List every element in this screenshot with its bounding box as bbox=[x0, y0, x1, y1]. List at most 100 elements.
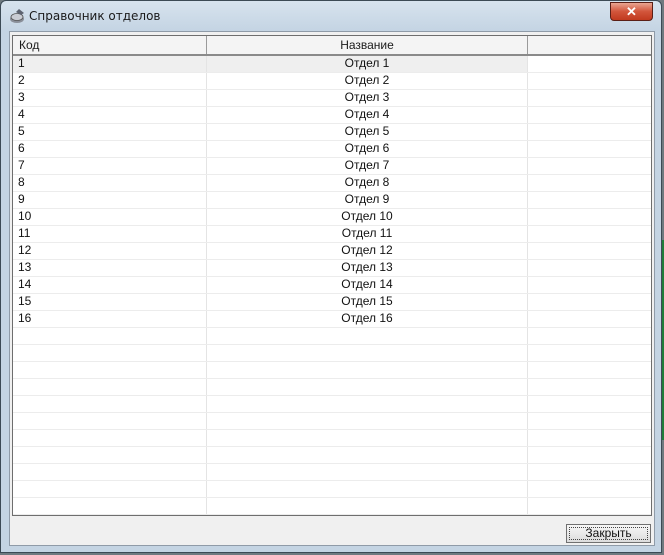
column-header-name[interactable]: Название bbox=[207, 36, 528, 54]
cell-name[interactable]: Отдел 1 bbox=[207, 56, 528, 72]
cell-empty[interactable] bbox=[528, 328, 651, 344]
cell-name[interactable] bbox=[207, 447, 528, 463]
cell-empty[interactable] bbox=[528, 447, 651, 463]
table-row[interactable] bbox=[13, 328, 651, 345]
table-row[interactable] bbox=[13, 379, 651, 396]
cell-name[interactable] bbox=[207, 464, 528, 480]
table-row[interactable]: 9 Отдел 9 bbox=[13, 192, 651, 209]
cell-empty[interactable] bbox=[528, 464, 651, 480]
cell-code[interactable]: 16 bbox=[13, 311, 207, 327]
cell-name[interactable]: Отдел 4 bbox=[207, 107, 528, 123]
table-row[interactable] bbox=[13, 413, 651, 430]
table-row[interactable]: 8 Отдел 8 bbox=[13, 175, 651, 192]
cell-name[interactable] bbox=[207, 362, 528, 378]
cell-name[interactable] bbox=[207, 498, 528, 514]
cell-empty[interactable] bbox=[528, 515, 652, 516]
cell-code[interactable] bbox=[13, 481, 207, 497]
cell-name[interactable] bbox=[207, 413, 528, 429]
cell-name[interactable]: Отдел 11 bbox=[207, 226, 528, 242]
cell-empty[interactable] bbox=[528, 243, 651, 259]
cell-code[interactable]: 15 bbox=[13, 294, 207, 310]
cell-name[interactable]: Отдел 2 bbox=[207, 73, 528, 89]
cell-name[interactable]: Отдел 3 bbox=[207, 90, 528, 106]
cell-code[interactable] bbox=[13, 362, 207, 378]
cell-code[interactable]: 12 bbox=[13, 243, 207, 259]
cell-empty[interactable] bbox=[528, 158, 651, 174]
table-row[interactable]: 4 Отдел 4 bbox=[13, 107, 651, 124]
cell-code[interactable] bbox=[13, 396, 207, 412]
cell-empty[interactable] bbox=[528, 192, 651, 208]
title-bar[interactable]: Справочник отделов ✕ bbox=[1, 1, 661, 31]
close-button[interactable]: Закрыть bbox=[566, 524, 651, 543]
cell-empty[interactable] bbox=[528, 481, 651, 497]
cell-name[interactable] bbox=[207, 379, 528, 395]
table-row[interactable] bbox=[13, 362, 651, 379]
cell-empty[interactable] bbox=[528, 56, 651, 72]
cell-name[interactable]: Отдел 6 bbox=[207, 141, 528, 157]
cell-empty[interactable] bbox=[528, 209, 651, 225]
cell-empty[interactable] bbox=[528, 141, 651, 157]
cell-empty[interactable] bbox=[528, 498, 651, 514]
cell-code[interactable]: 3 bbox=[13, 90, 207, 106]
table-row[interactable] bbox=[13, 498, 651, 515]
cell-name[interactable] bbox=[207, 515, 528, 516]
cell-code[interactable]: 14 bbox=[13, 277, 207, 293]
cell-name[interactable]: Отдел 12 bbox=[207, 243, 528, 259]
cell-code[interactable] bbox=[13, 328, 207, 344]
cell-name[interactable]: Отдел 15 bbox=[207, 294, 528, 310]
cell-name[interactable]: Отдел 7 bbox=[207, 158, 528, 174]
table-row[interactable]: 14 Отдел 14 bbox=[13, 277, 651, 294]
table-row[interactable] bbox=[13, 430, 651, 447]
cell-code[interactable]: 6 bbox=[13, 141, 207, 157]
table-row[interactable]: 6 Отдел 6 bbox=[13, 141, 651, 158]
cell-empty[interactable] bbox=[528, 311, 651, 327]
departments-grid[interactable]: Код Название 1 Отдел 1 2 Отдел 2 3 Отдел 3 4 От… bbox=[12, 35, 652, 516]
cell-name[interactable]: Отдел 9 bbox=[207, 192, 528, 208]
cell-code[interactable]: 7 bbox=[13, 158, 207, 174]
cell-code[interactable]: 8 bbox=[13, 175, 207, 191]
cell-empty[interactable] bbox=[528, 107, 651, 123]
table-row[interactable] bbox=[13, 481, 651, 498]
cell-name[interactable] bbox=[207, 328, 528, 344]
cell-code[interactable]: 5 bbox=[13, 124, 207, 140]
cell-empty[interactable] bbox=[528, 226, 651, 242]
cell-empty[interactable] bbox=[528, 362, 651, 378]
cell-code[interactable]: 2 bbox=[13, 73, 207, 89]
cell-code[interactable]: 13 bbox=[13, 260, 207, 276]
cell-empty[interactable] bbox=[528, 294, 651, 310]
table-row[interactable]: 12 Отдел 12 bbox=[13, 243, 651, 260]
table-row[interactable]: 7 Отдел 7 bbox=[13, 158, 651, 175]
table-row[interactable] bbox=[13, 396, 651, 413]
cell-code[interactable]: 11 bbox=[13, 226, 207, 242]
cell-name[interactable] bbox=[207, 430, 528, 446]
column-header-empty[interactable] bbox=[528, 36, 651, 54]
cell-name[interactable] bbox=[207, 345, 528, 361]
column-header-code[interactable]: Код bbox=[13, 36, 207, 54]
cell-code[interactable]: 4 bbox=[13, 107, 207, 123]
cell-code[interactable]: 1 bbox=[13, 56, 207, 72]
cell-code[interactable]: 10 bbox=[13, 209, 207, 225]
cell-code[interactable] bbox=[13, 498, 207, 514]
table-row[interactable]: 13 Отдел 13 bbox=[13, 260, 651, 277]
cell-code[interactable] bbox=[13, 447, 207, 463]
cell-name[interactable] bbox=[207, 481, 528, 497]
table-row[interactable]: 1 Отдел 1 bbox=[13, 56, 651, 73]
table-row[interactable]: 16 Отдел 16 bbox=[13, 311, 651, 328]
table-row[interactable]: 3 Отдел 3 bbox=[13, 90, 651, 107]
cell-empty[interactable] bbox=[528, 175, 651, 191]
cell-empty[interactable] bbox=[528, 260, 651, 276]
cell-empty[interactable] bbox=[528, 73, 651, 89]
cell-empty[interactable] bbox=[528, 396, 651, 412]
table-row[interactable] bbox=[13, 515, 651, 516]
window-close-button[interactable]: ✕ bbox=[610, 2, 653, 21]
table-row[interactable] bbox=[13, 464, 651, 481]
table-row[interactable]: 10 Отдел 10 bbox=[13, 209, 651, 226]
cell-empty[interactable] bbox=[528, 430, 651, 446]
cell-code[interactable]: 9 bbox=[13, 192, 207, 208]
cell-name[interactable]: Отдел 10 bbox=[207, 209, 528, 225]
cell-name[interactable]: Отдел 14 bbox=[207, 277, 528, 293]
cell-name[interactable] bbox=[207, 396, 528, 412]
table-row[interactable] bbox=[13, 345, 651, 362]
table-row[interactable]: 15 Отдел 15 bbox=[13, 294, 651, 311]
cell-name[interactable]: Отдел 5 bbox=[207, 124, 528, 140]
